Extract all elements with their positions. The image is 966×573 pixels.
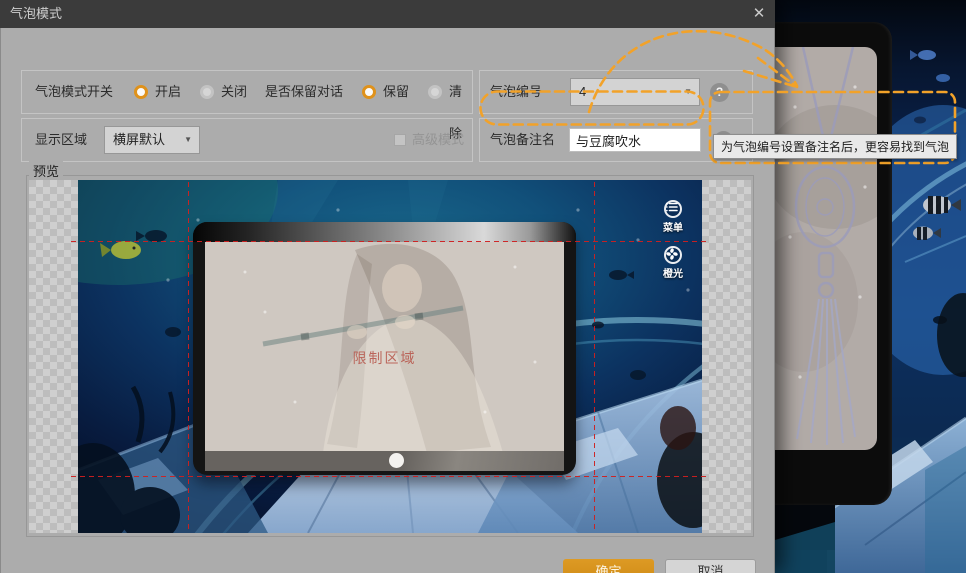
pinwheel-icon — [664, 246, 682, 264]
transparency-checker-right — [702, 180, 751, 533]
radio-on[interactable] — [134, 85, 148, 99]
display-area-group: 显示区域 横屏默认 ▼ 高级模式 — [21, 118, 473, 162]
guide-line-horizontal-bottom — [71, 476, 709, 477]
dialog-body: 气泡模式开关 开启 关闭 是否保留对话 保留 清除 气泡编号 4 ▼ ? — [0, 28, 775, 573]
cancel-button[interactable]: 取消 — [665, 559, 756, 573]
bubble-number-value: 4 — [579, 84, 586, 99]
preview-scene: 限制区域 菜单 橙光 — [78, 180, 702, 533]
tablet-gloss-bar — [193, 222, 576, 242]
bubble-mode-dialog: 气泡模式 ✕ 气泡模式开关 开启 关闭 是否保留对话 保留 清除 气泡编号 — [0, 0, 775, 573]
chevron-down-icon: ▼ — [684, 79, 692, 105]
bubble-switch-group: 气泡模式开关 开启 关闭 是否保留对话 保留 清除 — [21, 70, 473, 114]
bubble-remark-input[interactable] — [569, 128, 701, 152]
bubble-number-help-icon[interactable]: ? — [710, 83, 729, 102]
background-phone-frame — [775, 22, 892, 505]
tablet-screen-overlay: 限制区域 — [205, 242, 564, 453]
bubble-remark-group: 气泡备注名 ? — [479, 118, 753, 162]
dialog-title: 气泡模式 — [10, 0, 62, 28]
display-area-label: 显示区域 — [35, 119, 87, 161]
transparency-checker-left — [29, 180, 78, 533]
bubble-number-label: 气泡编号 — [490, 71, 542, 113]
pendant-illustration — [775, 47, 877, 450]
radio-off[interactable] — [200, 85, 214, 99]
background-phone-screen — [775, 47, 877, 450]
display-area-select[interactable]: 横屏默认 ▼ — [104, 126, 200, 154]
bubble-switch-label: 气泡模式开关 — [35, 71, 113, 113]
display-area-value: 横屏默认 — [113, 132, 165, 147]
close-icon[interactable]: ✕ — [748, 4, 770, 24]
home-button — [389, 453, 404, 468]
bubble-number-group: 气泡编号 4 ▼ ? — [479, 70, 753, 114]
tablet-bottom-bezel — [205, 451, 564, 471]
chevron-down-icon: ▼ — [184, 127, 192, 153]
radio-on-label[interactable]: 开启 — [155, 71, 181, 113]
guide-line-vertical-left — [188, 182, 189, 533]
bubble-number-select[interactable]: 4 ▼ — [570, 78, 700, 106]
advanced-mode-label: 高级模式 — [412, 119, 464, 161]
radio-clear[interactable] — [428, 85, 442, 99]
guide-line-vertical-right — [594, 182, 595, 533]
restricted-area-label: 限制区域 — [353, 348, 417, 368]
preview-tablet-frame: 限制区域 — [193, 222, 576, 475]
radio-keep-label[interactable]: 保留 — [383, 71, 409, 113]
background-app — [775, 0, 966, 573]
remark-tooltip: 为气泡编号设置备注名后，更容易找到气泡 — [713, 134, 957, 159]
screen: 气泡模式 ✕ 气泡模式开关 开启 关闭 是否保留对话 保留 清除 气泡编号 — [0, 0, 966, 573]
ok-button[interactable]: 确定 — [563, 559, 654, 573]
advanced-mode-checkbox[interactable] — [394, 134, 406, 146]
radio-keep[interactable] — [362, 85, 376, 99]
keep-dialog-label: 是否保留对话 — [265, 71, 343, 113]
preview-box: 限制区域 菜单 橙光 — [26, 175, 754, 537]
bubble-remark-label: 气泡备注名 — [490, 119, 555, 161]
preview-legend: 预览 — [29, 161, 63, 180]
radio-off-label[interactable]: 关闭 — [221, 71, 247, 113]
dialog-titlebar: 气泡模式 ✕ — [0, 0, 775, 28]
guide-line-horizontal-top — [71, 241, 709, 242]
menu-button-label: 菜单 — [653, 219, 693, 234]
brand-button-label: 橙光 — [653, 265, 693, 280]
menu-list-icon — [664, 200, 682, 218]
